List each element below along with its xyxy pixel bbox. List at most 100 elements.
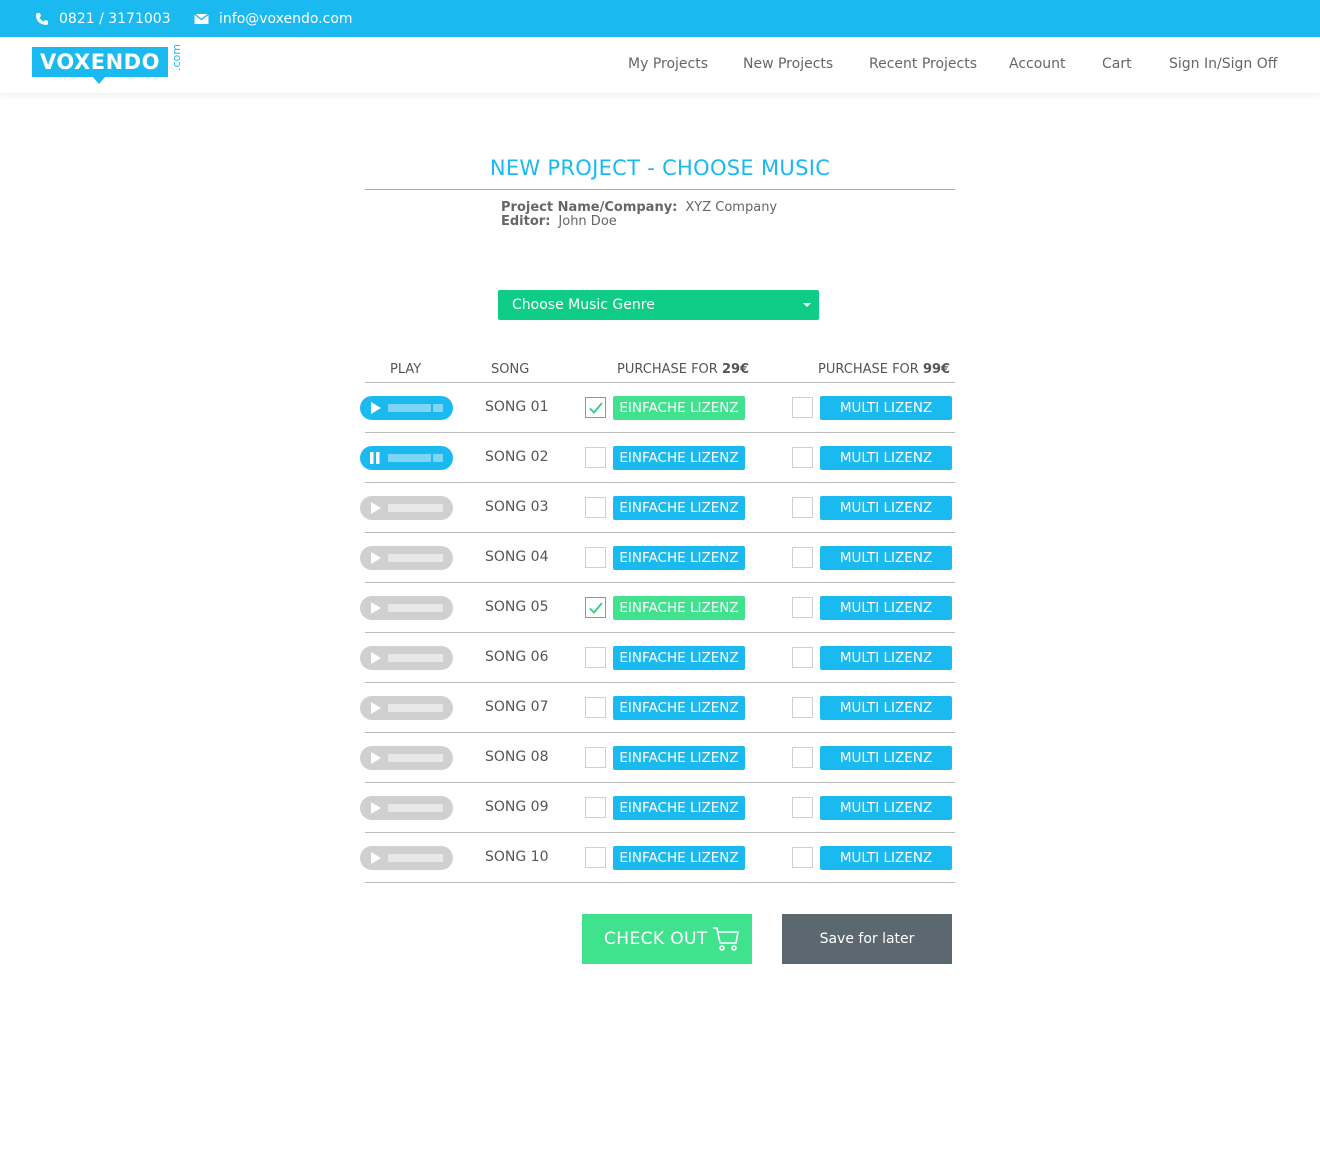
phone-icon [36,12,48,25]
single-license-button[interactable]: EINFACHE LIZENZ [613,446,745,470]
play-icon[interactable] [368,701,382,715]
editor-label: Editor: [501,214,551,229]
song-title: SONG 04 [485,549,549,565]
single-license-checkbox[interactable] [585,597,606,618]
audio-player[interactable] [360,446,453,470]
multi-license-checkbox[interactable] [792,797,813,818]
single-license-button[interactable]: EINFACHE LIZENZ [613,596,745,620]
save-for-later-button[interactable]: Save for later [782,914,952,964]
nav-recent-projects[interactable]: Recent Projects [869,37,977,93]
audio-player[interactable] [360,396,453,420]
play-icon[interactable] [368,501,382,515]
song-row: SONG 05 EINFACHE LIZENZ MULTI LIZENZ [360,583,955,633]
audio-player[interactable] [360,746,453,770]
multi-license-button[interactable]: MULTI LIZENZ [820,696,952,720]
play-icon[interactable] [368,651,382,665]
single-license-checkbox[interactable] [585,397,606,418]
nav-new-projects[interactable]: New Projects [743,37,833,93]
email-contact[interactable]: info@voxendo.com [194,0,353,37]
song-row: SONG 06 EINFACHE LIZENZ MULTI LIZENZ [360,633,955,683]
progress-track[interactable] [388,754,443,762]
multi-license-button[interactable]: MULTI LIZENZ [820,596,952,620]
nav-cart[interactable]: Cart [1102,37,1132,93]
multi-price: 99€ [922,362,951,377]
audio-player[interactable] [360,696,453,720]
multi-license-button[interactable]: MULTI LIZENZ [820,796,952,820]
progress-track[interactable] [388,854,443,862]
voxendo-logo[interactable]: VOXENDO .com [32,44,184,87]
multi-license-checkbox[interactable] [792,747,813,768]
editor-value: John Doe [558,214,617,229]
multi-license-button[interactable]: MULTI LIZENZ [820,496,952,520]
single-license-checkbox[interactable] [585,447,606,468]
audio-player[interactable] [360,646,453,670]
progress-track[interactable] [388,554,443,562]
single-license-button[interactable]: EINFACHE LIZENZ [613,496,745,520]
multi-license-button[interactable]: MULTI LIZENZ [820,646,952,670]
progress-track[interactable] [388,604,443,612]
multi-license-button[interactable]: MULTI LIZENZ [820,446,952,470]
nav-my-projects[interactable]: My Projects [628,37,708,93]
single-license-checkbox[interactable] [585,497,606,518]
column-header-song: SONG [491,362,530,377]
logo-suffix: .com [170,44,183,71]
multi-license-checkbox[interactable] [792,697,813,718]
single-license-button[interactable]: EINFACHE LIZENZ [613,396,745,420]
phone-contact[interactable]: 0821 / 3171003 [35,0,171,37]
multi-license-checkbox[interactable] [792,497,813,518]
progress-track[interactable] [388,704,443,712]
audio-player[interactable] [360,796,453,820]
single-license-button[interactable]: EINFACHE LIZENZ [613,696,745,720]
single-license-checkbox[interactable] [585,797,606,818]
single-license-button[interactable]: EINFACHE LIZENZ [613,796,745,820]
music-genre-label: Choose Music Genre [512,297,655,313]
multi-license-checkbox[interactable] [792,597,813,618]
single-license-button[interactable]: EINFACHE LIZENZ [613,646,745,670]
play-icon[interactable] [368,751,382,765]
play-icon[interactable] [368,851,382,865]
single-license-button[interactable]: EINFACHE LIZENZ [613,546,745,570]
multi-license-checkbox[interactable] [792,847,813,868]
multi-license-checkbox[interactable] [792,447,813,468]
logo-speech-tail [92,76,106,84]
multi-license-button[interactable]: MULTI LIZENZ [820,846,952,870]
progress-track[interactable] [388,454,443,462]
progress-track[interactable] [388,654,443,662]
song-row: SONG 09 EINFACHE LIZENZ MULTI LIZENZ [360,783,955,833]
progress-track[interactable] [388,404,443,412]
multi-license-button[interactable]: MULTI LIZENZ [820,396,952,420]
pause-icon[interactable] [368,451,382,465]
caret-down-icon [803,303,811,307]
audio-player[interactable] [360,846,453,870]
checkout-label: CHECK OUT [604,929,708,949]
audio-player[interactable] [360,596,453,620]
progress-track[interactable] [388,504,443,512]
progress-track[interactable] [388,804,443,812]
multi-license-checkbox[interactable] [792,547,813,568]
audio-player[interactable] [360,546,453,570]
multi-license-checkbox[interactable] [792,647,813,668]
play-icon[interactable] [368,401,382,415]
nav-sign-in-sign-off[interactable]: Sign In/Sign Off [1169,37,1277,93]
play-icon[interactable] [368,601,382,615]
single-license-checkbox[interactable] [585,547,606,568]
checkmark-icon [589,602,603,614]
single-license-checkbox[interactable] [585,647,606,668]
single-license-button[interactable]: EINFACHE LIZENZ [613,746,745,770]
column-header-multi-license: PURCHASE FOR 99€ [818,362,950,377]
single-license-button[interactable]: EINFACHE LIZENZ [613,846,745,870]
multi-license-button[interactable]: MULTI LIZENZ [820,546,952,570]
music-genre-select[interactable]: Choose Music Genre [498,290,819,320]
song-title: SONG 07 [485,699,549,715]
column-header-play: PLAY [390,362,422,377]
multi-license-checkbox[interactable] [792,397,813,418]
single-license-checkbox[interactable] [585,847,606,868]
single-license-checkbox[interactable] [585,697,606,718]
play-icon[interactable] [368,801,382,815]
play-icon[interactable] [368,551,382,565]
checkout-button[interactable]: CHECK OUT [582,914,752,964]
multi-license-button[interactable]: MULTI LIZENZ [820,746,952,770]
nav-account[interactable]: Account [1009,37,1066,93]
single-license-checkbox[interactable] [585,747,606,768]
audio-player[interactable] [360,496,453,520]
